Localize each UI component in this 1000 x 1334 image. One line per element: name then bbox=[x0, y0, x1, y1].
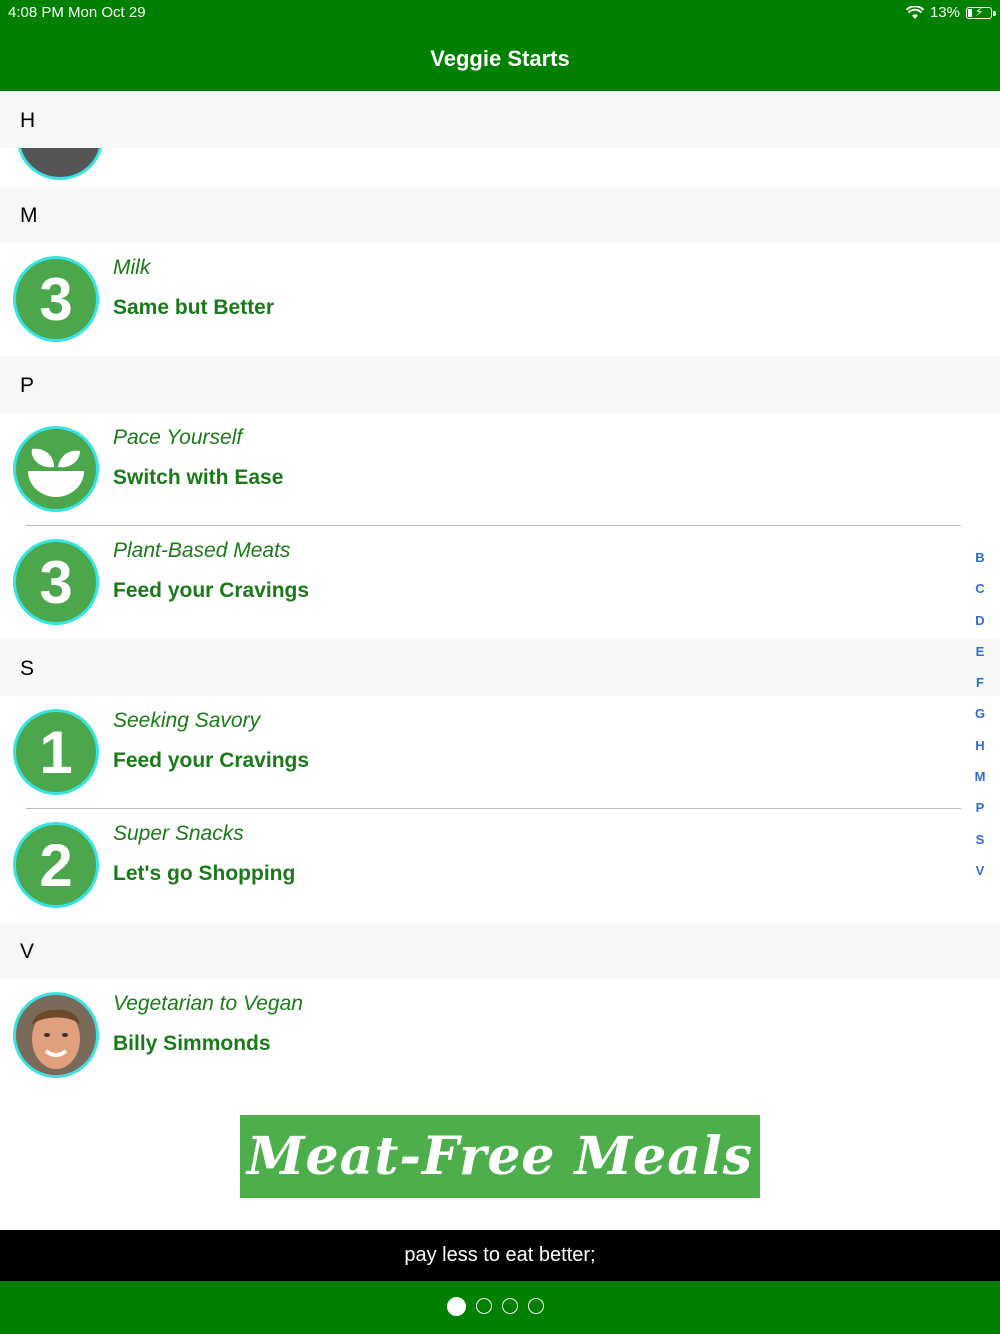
item-subtitle: Feed your Cravings bbox=[113, 579, 310, 602]
index-letter-d[interactable]: D bbox=[968, 611, 992, 642]
index-letter-m[interactable]: M bbox=[968, 767, 992, 798]
page-dot-3[interactable] bbox=[502, 1298, 518, 1314]
page-dot-4[interactable] bbox=[528, 1298, 544, 1314]
item-title: Vegetarian to Vegan bbox=[113, 992, 303, 1015]
avatar bbox=[17, 148, 103, 180]
number-3-icon: 3 bbox=[13, 539, 99, 625]
list-item-milk[interactable]: 3 Milk Same but Better bbox=[0, 243, 1000, 355]
item-subtitle: Switch with Ease bbox=[113, 466, 284, 489]
index-letter-h[interactable]: H bbox=[968, 736, 992, 767]
navigation-header: 4:08 PM Mon Oct 29 13% ⚡ Veggie Starts bbox=[0, 0, 1000, 91]
number-3-icon: 3 bbox=[13, 256, 99, 342]
list-item-plant-based-meats[interactable]: 3 Plant-Based Meats Feed your Cravings bbox=[0, 526, 1000, 638]
person-photo bbox=[13, 992, 99, 1078]
item-title: Milk bbox=[113, 256, 151, 279]
index-letter-c[interactable]: C bbox=[968, 579, 992, 610]
index-letter-g[interactable]: G bbox=[968, 704, 992, 735]
page-dot-2[interactable] bbox=[476, 1298, 492, 1314]
battery-percent: 13% bbox=[929, 4, 960, 21]
item-subtitle: Feed your Cravings bbox=[113, 749, 310, 772]
plant-bowl-icon bbox=[13, 426, 99, 512]
meat-free-meals-banner[interactable]: Meat-Free Meals bbox=[240, 1115, 760, 1198]
index-letter-p[interactable]: P bbox=[968, 798, 992, 829]
section-letter: V bbox=[20, 940, 35, 963]
section-letter: H bbox=[20, 109, 36, 132]
status-indicators: 13% ⚡ bbox=[905, 4, 996, 21]
list-item-seeking-savory[interactable]: 1 Seeking Savory Feed your Cravings bbox=[0, 696, 1000, 808]
section-header-v: V bbox=[0, 922, 1000, 979]
section-index[interactable]: B C D E F G H M P S V bbox=[968, 548, 992, 892]
item-subtitle: Billy Simmonds bbox=[113, 1032, 271, 1055]
item-title: Super Snacks bbox=[113, 822, 244, 845]
number-2-icon: 2 bbox=[13, 822, 99, 908]
section-header-s: S bbox=[0, 639, 1000, 696]
item-subtitle: Let's go Shopping bbox=[113, 862, 296, 885]
pager-footer bbox=[0, 1281, 1000, 1334]
list-item-super-snacks[interactable]: 2 Super Snacks Let's go Shopping bbox=[0, 809, 1000, 921]
item-title: Plant-Based Meats bbox=[113, 539, 291, 562]
section-header-p: P bbox=[0, 356, 1000, 413]
index-letter-b[interactable]: B bbox=[968, 548, 992, 579]
number-1-icon: 1 bbox=[13, 709, 99, 795]
index-letter-f[interactable]: F bbox=[968, 673, 992, 704]
list-item-partial[interactable] bbox=[0, 148, 1000, 185]
section-header-m: M bbox=[0, 186, 1000, 243]
page-indicator[interactable] bbox=[447, 1297, 544, 1316]
wifi-icon bbox=[905, 5, 924, 19]
battery-icon: ⚡ bbox=[966, 5, 996, 19]
section-letter: M bbox=[20, 204, 38, 227]
list-item-vegetarian-to-vegan[interactable]: Vegetarian to Vegan Billy Simmonds bbox=[0, 979, 1000, 1091]
index-letter-e[interactable]: E bbox=[968, 642, 992, 673]
item-title: Pace Yourself bbox=[113, 426, 243, 449]
index-letter-s[interactable]: S bbox=[968, 830, 992, 861]
index-letter-v[interactable]: V bbox=[968, 861, 992, 892]
page-title: Veggie Starts bbox=[430, 46, 570, 71]
status-time: 4:08 PM Mon Oct 29 bbox=[8, 4, 146, 21]
list-item-pace-yourself[interactable]: Pace Yourself Switch with Ease bbox=[0, 413, 1000, 525]
section-letter: S bbox=[20, 657, 35, 680]
tagline-bar: pay less to eat better; bbox=[0, 1230, 1000, 1281]
section-header-h: H bbox=[0, 91, 1000, 148]
item-subtitle: Same but Better bbox=[113, 296, 275, 319]
item-title: Seeking Savory bbox=[113, 709, 261, 732]
section-letter: P bbox=[20, 374, 35, 397]
page-dot-1[interactable] bbox=[447, 1297, 466, 1316]
